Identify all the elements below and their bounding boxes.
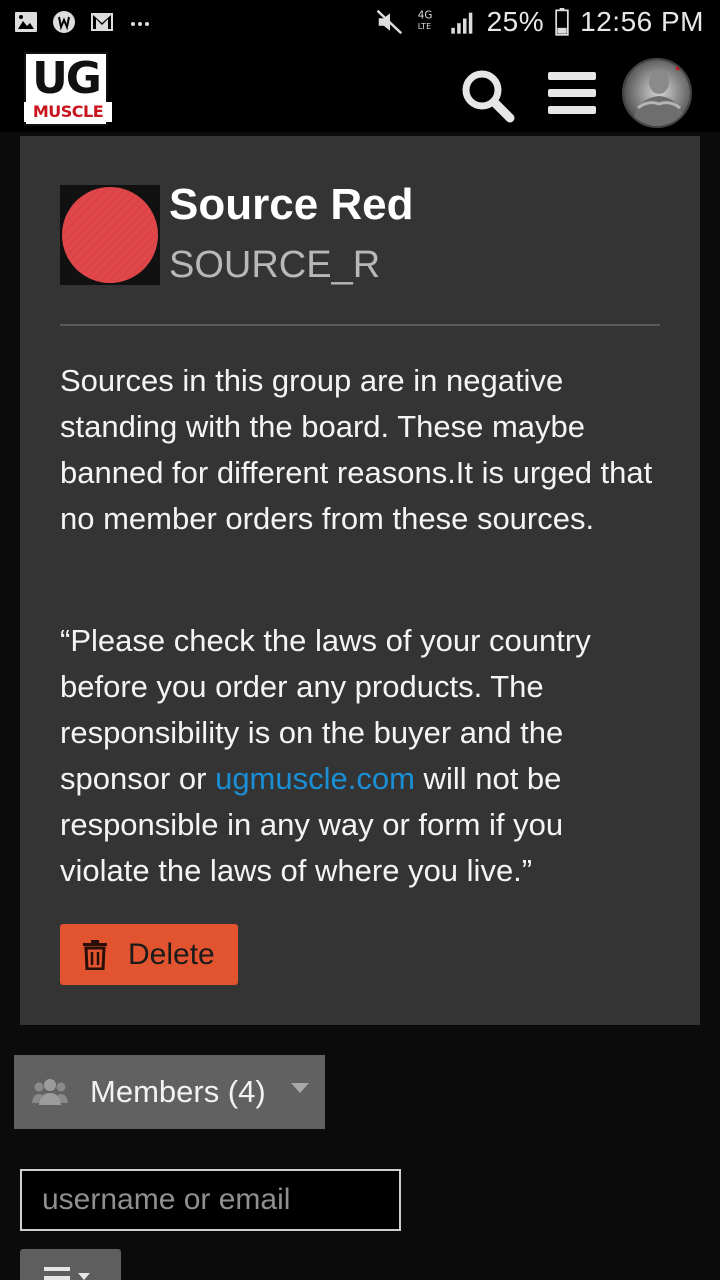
svg-text:4G: 4G — [417, 10, 432, 22]
ugmuscle-link[interactable]: ugmuscle.com — [215, 761, 415, 796]
battery-icon — [555, 8, 569, 36]
members-dropdown[interactable]: Members (4) — [14, 1055, 325, 1129]
ugmuscle-logo[interactable]: UG MUSCLE — [24, 52, 112, 126]
users-icon — [32, 1079, 68, 1105]
svg-text:LTE: LTE — [417, 22, 430, 31]
app-notification-icon — [53, 11, 75, 33]
legal-disclaimer: “Please check the laws of your country b… — [60, 618, 660, 894]
group-title: Source Red — [169, 180, 414, 229]
logo-muscle-text: MUSCLE — [24, 102, 112, 122]
status-bar: 4G LTE 25% 12:56 PM — [0, 0, 720, 50]
site-header: UG MUSCLE — [0, 50, 720, 132]
user-avatar[interactable] — [622, 58, 692, 128]
list-options-button[interactable] — [20, 1249, 121, 1280]
search-icon[interactable] — [458, 66, 516, 124]
divider — [60, 324, 660, 326]
chevron-down-icon — [291, 1083, 309, 1093]
delete-button[interactable]: Delete — [60, 924, 238, 985]
hamburger-menu-icon[interactable] — [546, 70, 598, 116]
group-card: Source Red SOURCE_R Sources in this grou… — [20, 136, 700, 1025]
battery-percent: 25% — [486, 6, 545, 37]
clock: 12:56 PM — [580, 6, 704, 37]
mute-icon — [376, 9, 402, 35]
gmail-icon — [91, 13, 113, 31]
trash-icon — [83, 939, 107, 970]
more-notifications-icon — [131, 22, 149, 26]
lte-icon: 4GLTE — [417, 10, 432, 31]
delete-label: Delete — [128, 937, 215, 971]
member-search-input[interactable] — [20, 1169, 401, 1231]
avatar-image — [624, 60, 690, 126]
group-code: SOURCE_R — [169, 244, 381, 286]
group-badge-icon — [60, 185, 160, 285]
group-description: Sources in this group are in negative st… — [60, 363, 653, 536]
gallery-icon — [15, 12, 37, 32]
logo-ug-text: UG — [32, 53, 102, 104]
list-menu-icon — [44, 1267, 90, 1280]
members-label: Members (4) — [90, 1074, 266, 1109]
signal-icon — [450, 12, 472, 34]
